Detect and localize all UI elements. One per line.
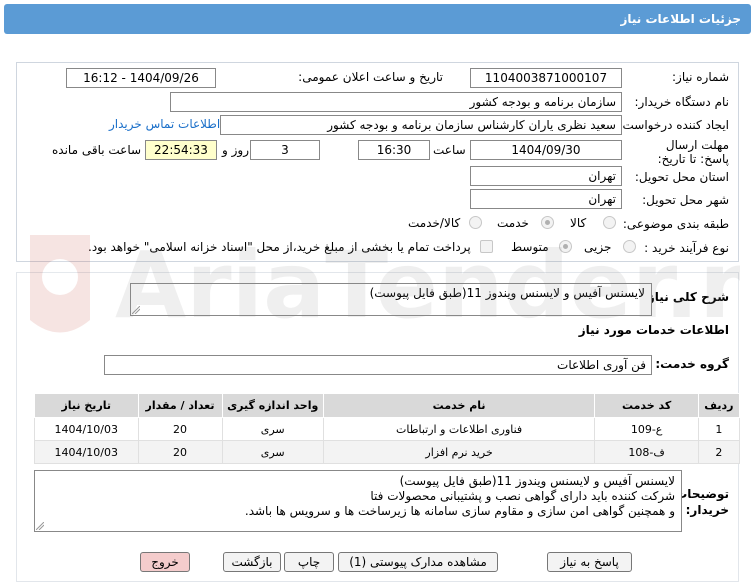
city-field: تهران [470,189,622,209]
col-service-name: نام خدمت [322,393,596,418]
table-header-row: ردیف کد خدمت نام خدمت واحد اندازه گیری ت… [34,393,741,418]
cell-row-number: 2 [697,440,741,464]
category-radio-goods[interactable] [603,216,616,229]
cell-service-name: فناوری اطلاعات و ارتباطات [322,417,596,441]
cell-service-code: ع-109 [594,417,699,441]
deadline-label-text: مهلت ارسال پاسخ: تا تاریخ: [657,138,729,166]
remaining-time-field: 22:54:33 [145,140,217,160]
process-radio-minor[interactable] [623,240,636,253]
col-service-code: کد خدمت [594,393,699,418]
treasury-checkbox[interactable] [480,240,493,253]
buyer-org-field: سازمان برنامه و بودجه کشور [170,92,622,112]
process-radio-medium[interactable] [559,240,572,253]
deadline-label: مهلت ارسال پاسخ: تا تاریخ: [634,138,729,166]
category-option-goods-service: کالا/خدمت [408,216,461,230]
cell-row-number: 1 [697,417,741,441]
cell-service-name: خرید نرم افزار [322,440,596,464]
services-section-title: اطلاعات خدمات مورد نیاز [578,323,729,337]
summary-field: لایسنس آفیس و لایسنس ویندوز 11(طبق فایل … [130,283,652,316]
days-field: 3 [250,140,320,160]
need-number-label: شماره نیاز: [672,70,729,84]
creator-field: سعید نظری یاران کارشناس سازمان برنامه و … [220,115,622,135]
buyer-notes-line: و همچنین گواهی امن سازی و مقاوم سازی سام… [244,504,675,518]
cell-service-code: ف-108 [594,440,699,464]
exit-button[interactable]: خروج [140,552,190,572]
buyer-notes-field: لایسنس آفیس و لایسنس ویندوز 11(طبق فایل … [34,470,682,532]
remaining-label: ساعت باقی مانده [52,143,142,157]
attachments-button[interactable]: مشاهده مدارک پیوستی (1) [338,552,498,572]
cell-unit: سری [221,417,324,441]
category-label: طبقه بندی موضوعی: [622,217,729,231]
category-option-goods: کالا [570,216,587,230]
announce-field: 1404/09/26 - 16:12 [66,68,216,88]
back-button[interactable]: بازگشت [223,552,281,572]
summary-text: لایسنس آفیس و لایسنس ویندوز 11(طبق فایل … [369,286,645,300]
services-table: ردیف کد خدمت نام خدمت واحد اندازه گیری ت… [34,393,741,464]
table-row: 1 ع-109 فناوری اطلاعات و ارتباطات سری 20… [34,417,741,441]
resize-handle-icon[interactable] [36,522,44,530]
page-title: جزئیات اطلاعات نیاز [4,4,751,34]
resize-handle-icon[interactable] [132,306,140,314]
buyer-org-label: نام دستگاه خریدار: [634,95,730,109]
col-quantity: تعداد / مقدار [137,393,223,418]
buyer-notes-line: لایسنس آفیس و لایسنس ویندوز 11(طبق فایل … [399,474,675,488]
province-field: تهران [470,166,622,186]
col-unit: واحد اندازه گیری [221,393,324,418]
deadline-date-field: 1404/09/30 [470,140,622,160]
days-label: روز و [222,143,249,157]
print-button[interactable]: چاپ [284,552,334,572]
category-option-service: خدمت [497,216,529,230]
service-group-field: فن آوری اطلاعات [104,355,652,375]
need-number-field: 1104003871000107 [470,68,622,88]
table-row: 2 ف-108 خرید نرم افزار سری 20 1404/10/03 [34,440,741,464]
category-radio-service[interactable] [541,216,554,229]
cell-quantity: 20 [137,440,223,464]
service-group-label: گروه خدمت: [655,357,729,371]
announce-label: تاریخ و ساعت اعلان عمومی: [298,70,443,84]
process-option-minor: جزیی [584,240,612,254]
city-label: شهر محل تحویل: [642,193,729,207]
cell-need-date: 1404/10/03 [34,417,139,441]
cell-need-date: 1404/10/03 [34,440,139,464]
contact-info-link[interactable]: اطلاعات تماس خریدار [109,117,220,131]
col-need-date: تاریخ نیاز [34,393,139,418]
process-label: نوع فرآیند خرید : [644,241,729,255]
summary-label: شرح کلی نیاز: [643,290,729,304]
province-label: استان محل تحویل: [634,170,729,184]
cell-quantity: 20 [137,417,223,441]
process-option-medium: متوسط [511,240,549,254]
deadline-time-field: 16:30 [358,140,430,160]
payment-note: پرداخت تمام یا بخشی از مبلغ خرید،از محل … [88,240,471,254]
cell-unit: سری [221,440,324,464]
reply-button[interactable]: پاسخ به نیاز [547,552,632,572]
col-row-number: ردیف [697,393,741,418]
buyer-notes-line: شرکت کننده باید دارای گواهی نصب و پشتیبا… [370,489,675,503]
creator-label: ایجاد کننده درخواست: [618,118,729,132]
category-radio-goods-service[interactable] [469,216,482,229]
time-label: ساعت [433,143,466,157]
